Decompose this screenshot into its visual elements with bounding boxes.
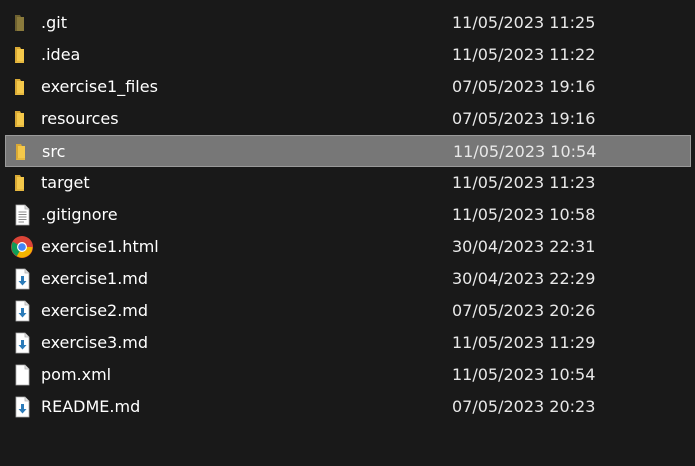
file-date-modified: 11/05/2023 11:23 <box>452 173 596 192</box>
file-name: .idea <box>41 45 81 64</box>
file-date-modified: 11/05/2023 10:54 <box>452 365 596 384</box>
file-row-target[interactable]: target 11/05/2023 11:23 <box>0 167 695 199</box>
folder-icon <box>11 108 33 130</box>
file-date-modified: 07/05/2023 20:23 <box>452 397 596 416</box>
file-name: .gitignore <box>41 205 118 224</box>
file-name: exercise1.html <box>41 237 159 256</box>
folder-git-icon <box>11 12 33 34</box>
markdown-file-icon <box>11 300 33 322</box>
markdown-file-icon <box>11 396 33 418</box>
blank-file-icon <box>11 364 33 386</box>
file-date-modified: 30/04/2023 22:31 <box>452 237 596 256</box>
file-date-modified: 11/05/2023 11:25 <box>452 13 596 32</box>
folder-icon <box>11 76 33 98</box>
file-date-modified: 07/05/2023 19:16 <box>452 77 596 96</box>
file-row-git[interactable]: .git 11/05/2023 11:25 <box>0 7 695 39</box>
file-name: exercise1_files <box>41 77 158 96</box>
file-name: resources <box>41 109 119 128</box>
file-row-gitignore[interactable]: .gitignore 11/05/2023 10:58 <box>0 199 695 231</box>
file-row-readme-md[interactable]: README.md 07/05/2023 20:23 <box>0 391 695 423</box>
chrome-icon <box>10 235 33 258</box>
file-name: src <box>42 142 66 161</box>
file-name: exercise2.md <box>41 301 149 320</box>
file-date-modified: 11/05/2023 10:54 <box>453 142 597 161</box>
file-row-src[interactable]: src 11/05/2023 10:54 <box>5 135 691 167</box>
file-date-modified: 07/05/2023 19:16 <box>452 109 596 128</box>
file-name: .git <box>41 13 67 32</box>
markdown-file-icon <box>11 332 33 354</box>
file-name: exercise1.md <box>41 269 149 288</box>
file-date-modified: 30/04/2023 22:29 <box>452 269 596 288</box>
markdown-file-icon <box>11 268 33 290</box>
folder-icon <box>11 172 33 194</box>
file-date-modified: 11/05/2023 11:29 <box>452 333 596 352</box>
folder-icon <box>12 141 34 163</box>
file-date-modified: 11/05/2023 11:22 <box>452 45 596 64</box>
file-row-pom-xml[interactable]: pom.xml 11/05/2023 10:54 <box>0 359 695 391</box>
file-name: exercise3.md <box>41 333 149 352</box>
file-list: .git 11/05/2023 11:25 .idea 11/05/2023 1… <box>0 7 695 423</box>
file-row-idea[interactable]: .idea 11/05/2023 11:22 <box>0 39 695 71</box>
file-name: pom.xml <box>41 365 112 384</box>
file-name: target <box>41 173 90 192</box>
file-date-modified: 07/05/2023 20:26 <box>452 301 596 320</box>
file-row-exercise1-md[interactable]: exercise1.md 30/04/2023 22:29 <box>0 263 695 295</box>
file-name: README.md <box>41 397 141 416</box>
file-row-exercise1-html[interactable]: exercise1.html 30/04/2023 22:31 <box>0 231 695 263</box>
text-file-icon <box>11 204 33 226</box>
file-date-modified: 11/05/2023 10:58 <box>452 205 596 224</box>
file-row-resources[interactable]: resources 07/05/2023 19:16 <box>0 103 695 135</box>
file-row-exercise1-files[interactable]: exercise1_files 07/05/2023 19:16 <box>0 71 695 103</box>
file-row-exercise3-md[interactable]: exercise3.md 11/05/2023 11:29 <box>0 327 695 359</box>
file-row-exercise2-md[interactable]: exercise2.md 07/05/2023 20:26 <box>0 295 695 327</box>
folder-icon <box>11 44 33 66</box>
